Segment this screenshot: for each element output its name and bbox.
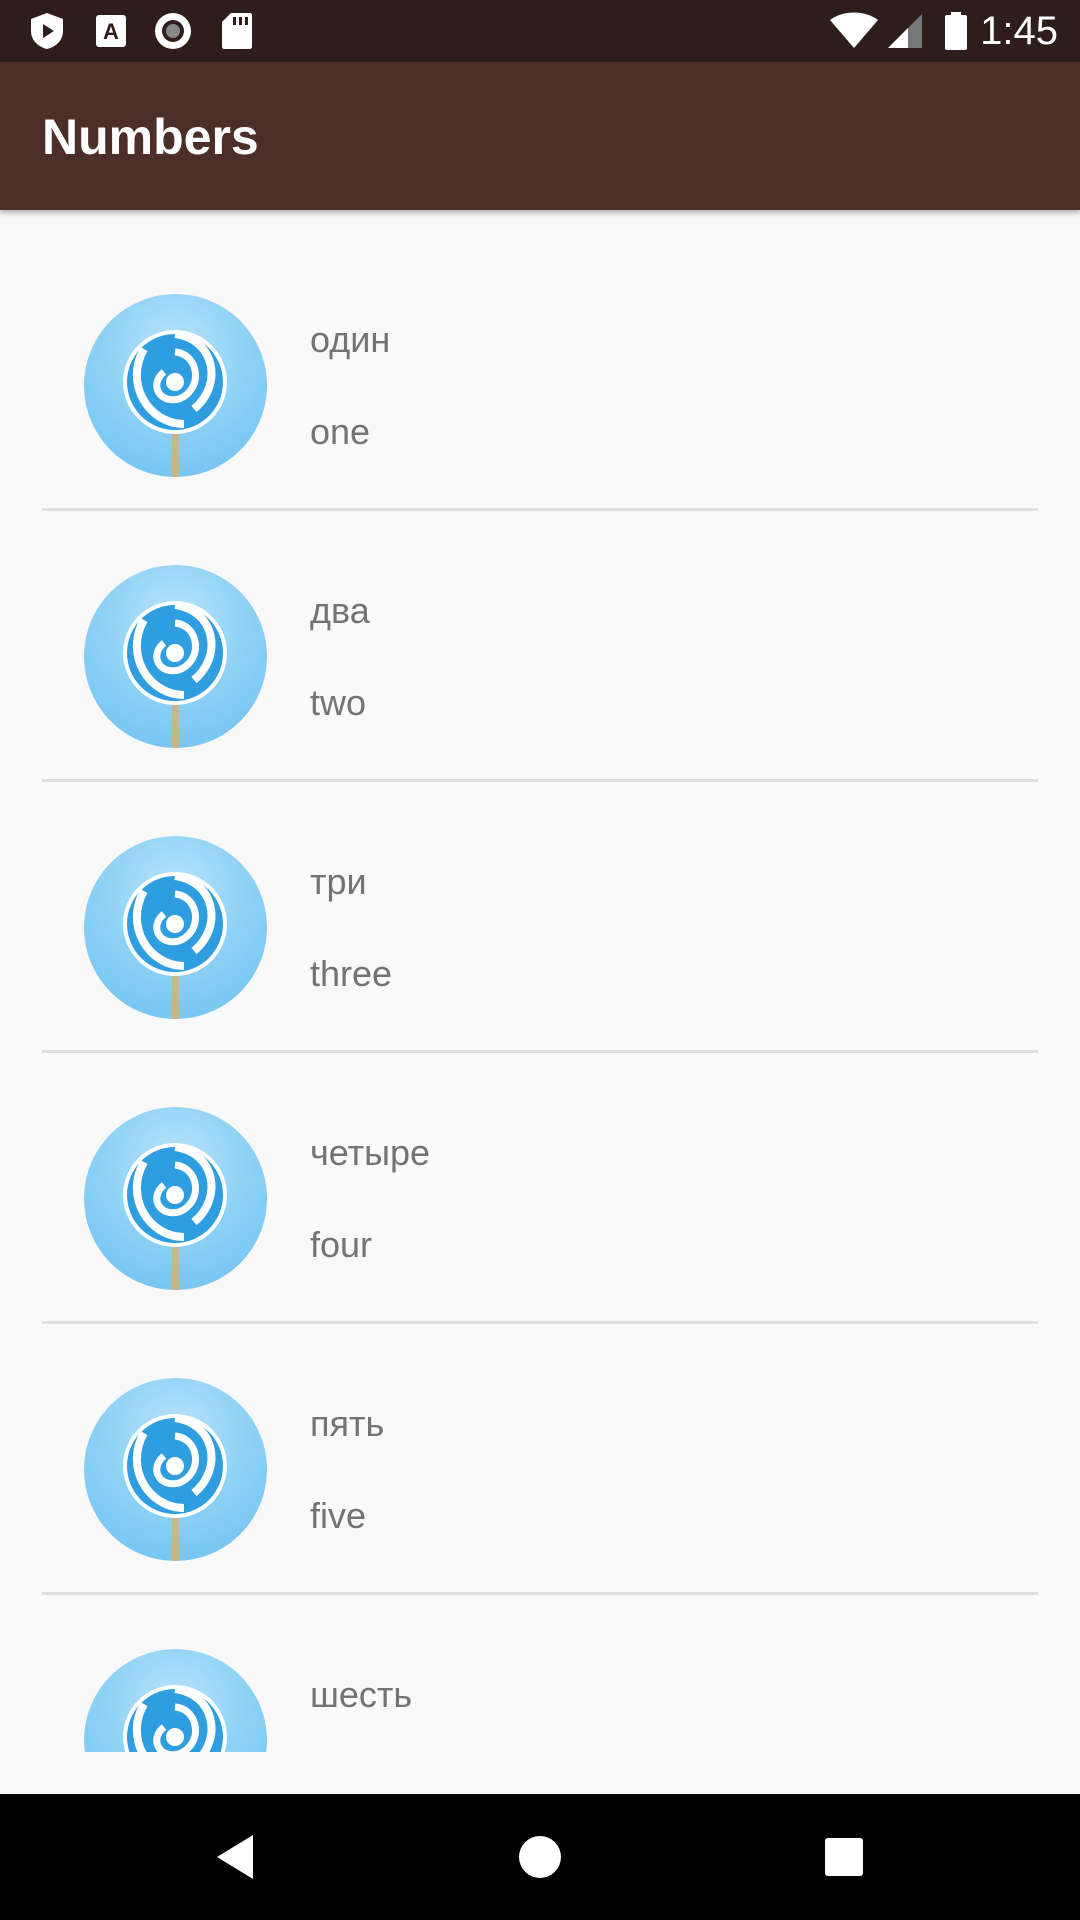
word-russian: шесть <box>310 1674 413 1715</box>
battery-icon <box>935 10 977 52</box>
page-title: Numbers <box>42 109 259 165</box>
status-bar: A 1:45 <box>0 0 1080 62</box>
word-english: four <box>310 1224 373 1265</box>
text-a-icon: A <box>90 10 132 52</box>
svg-text:A: A <box>103 19 119 44</box>
record-icon <box>152 10 194 52</box>
lollipop-icon <box>84 1107 267 1290</box>
status-time: 1:45 <box>980 9 1058 53</box>
lollipop-icon <box>84 1649 267 1752</box>
shield-play-icon <box>26 10 68 52</box>
word-english: one <box>310 411 371 452</box>
list-item[interactable]: три three <box>0 782 1080 1053</box>
word-russian: три <box>310 861 367 902</box>
word-russian: один <box>310 319 391 360</box>
list-item[interactable]: два two <box>0 511 1080 782</box>
home-icon[interactable] <box>505 1822 575 1892</box>
signal-icon <box>884 10 926 52</box>
word-russian: два <box>310 590 370 631</box>
word-english: three <box>310 953 393 994</box>
word-russian: четыре <box>310 1132 430 1173</box>
list-item[interactable]: один one <box>0 240 1080 511</box>
list-item[interactable]: четыре four <box>0 1053 1080 1324</box>
lollipop-icon <box>84 565 267 748</box>
wifi-icon <box>828 10 880 52</box>
word-english: two <box>310 682 367 723</box>
sd-card-icon <box>216 10 258 52</box>
recents-icon[interactable] <box>809 1822 879 1892</box>
numbers-list[interactable]: один one два two три three четыре four п… <box>0 240 1080 1752</box>
lollipop-icon <box>84 294 267 477</box>
list-item[interactable]: шесть <box>0 1595 1080 1752</box>
back-icon[interactable] <box>200 1822 270 1892</box>
word-russian: пять <box>310 1403 385 1444</box>
list-item[interactable]: пять five <box>0 1324 1080 1595</box>
word-english: five <box>310 1495 367 1536</box>
lollipop-icon <box>84 1378 267 1561</box>
app-bar: Numbers <box>0 62 1080 210</box>
navigation-bar <box>0 1794 1080 1920</box>
lollipop-icon <box>84 836 267 1019</box>
